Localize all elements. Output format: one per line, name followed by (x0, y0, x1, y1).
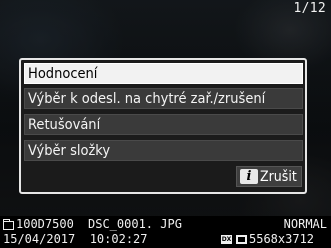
file-name: DSC_0001. JPG (88, 217, 182, 231)
image-size-icon (236, 235, 247, 244)
cancel-label: Zrušit (260, 168, 297, 185)
menu-item-rating[interactable]: Hodnocení (24, 63, 303, 84)
folder-name: 100D7500 (16, 217, 74, 231)
image-quality: NORMAL (283, 217, 327, 231)
image-size: 5568x3712 (249, 232, 315, 246)
retouch-menu: Hodnocení Výběr k odesl. na chytré zař./… (19, 58, 307, 194)
cancel-button[interactable]: i Zrušit (236, 166, 302, 187)
menu-item-retouch[interactable]: Retušování (24, 114, 303, 135)
frame-counter: 1/12 (293, 1, 326, 16)
folder-icon (3, 219, 14, 230)
dx-format-icon: DX (221, 235, 232, 244)
menu-item-select-folder[interactable]: Výběr složky (24, 140, 303, 161)
playback-screen: 1/12 Hodnocení Výběr k odesl. na chytré … (0, 0, 331, 248)
info-button-icon: i (240, 169, 258, 184)
date-time: 15/04/2017 10:02:27 (3, 232, 148, 246)
photo-info-bar: 100D7500 DSC_0001. JPG NORMAL 15/04/2017… (0, 216, 331, 248)
menu-item-select-to-send[interactable]: Výběr k odesl. na chytré zař./zrušení (24, 88, 303, 109)
